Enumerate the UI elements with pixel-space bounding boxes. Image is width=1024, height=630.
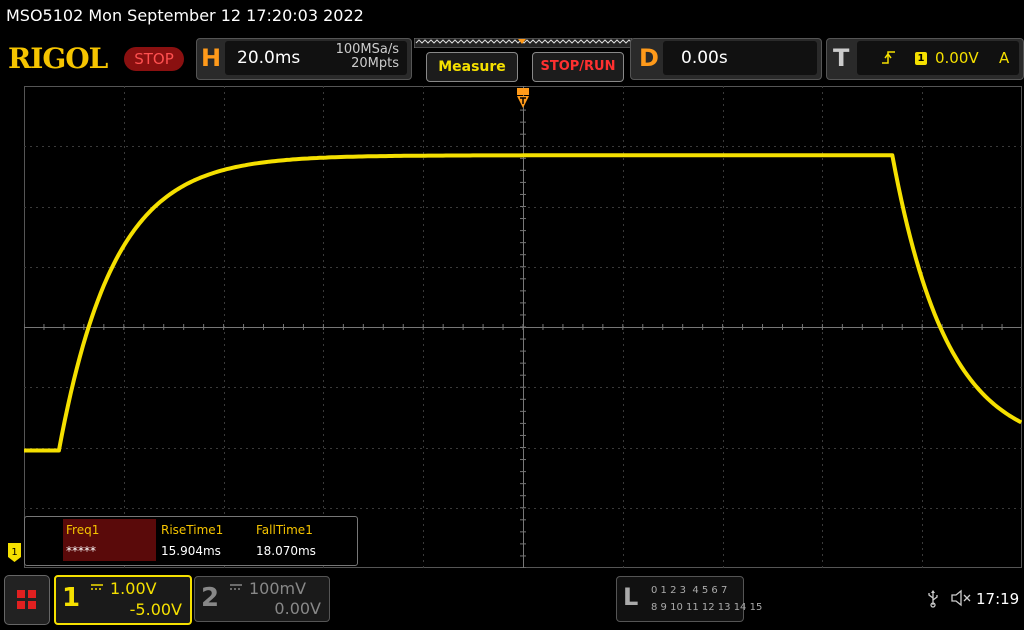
ch1-settings[interactable]: 1 1.00V -5.00V xyxy=(54,575,192,625)
ch1-number: 1 xyxy=(62,583,81,613)
measurement-label-falltime: FallTime1 xyxy=(256,523,313,537)
speaker-muted-icon[interactable] xyxy=(950,588,972,608)
logic-analyzer-settings[interactable]: L 0 1 2 3 4 5 6 7 8 9 10 11 12 13 14 15 xyxy=(616,576,762,622)
ch1-scale: 1.00V xyxy=(110,579,157,598)
trigger-position-marker[interactable] xyxy=(517,88,529,110)
ch1-offset-marker[interactable]: 1 xyxy=(8,543,21,562)
usb-icon xyxy=(928,590,938,608)
system-clock: 17:19 xyxy=(976,590,1020,608)
waveform-display[interactable] xyxy=(24,86,1022,568)
la-letter: L xyxy=(623,583,639,611)
trigger-level-value: 0.00V xyxy=(935,49,979,67)
measurement-label-freq: Freq1 xyxy=(66,523,100,537)
measurement-value-risetime: 15.904ms xyxy=(161,544,221,558)
measurement-panel[interactable]: Freq1 ***** RiseTime1 15.904ms FallTime1… xyxy=(24,516,358,566)
sample-rate-info: 100MSa/s 20Mpts xyxy=(323,43,399,71)
ch2-offset: 0.00V xyxy=(274,599,321,618)
trigger-readout: 1 0.00V A xyxy=(857,41,1019,75)
la-channels-row1: 0 1 2 3 4 5 6 7 xyxy=(651,585,728,596)
timebase-value: 20.0ms xyxy=(237,48,301,68)
measurement-value-freq: ***** xyxy=(66,544,96,558)
main-menu-button[interactable] xyxy=(4,575,50,625)
delay-readout: 0.00s xyxy=(663,41,817,75)
memory-depth-value: 20Mpts xyxy=(351,56,399,71)
horizontal-readout: 20.0ms 100MSa/s 20Mpts xyxy=(225,41,407,75)
la-channels-row2: 8 9 10 11 12 13 14 15 xyxy=(651,602,763,613)
dc-coupling-icon xyxy=(230,584,242,590)
measurement-label-risetime: RiseTime1 xyxy=(161,523,224,537)
dc-coupling-icon xyxy=(91,584,103,590)
trigger-source-badge: 1 xyxy=(915,52,927,65)
graticule xyxy=(24,86,1022,568)
ch2-settings[interactable]: 2 100mV 0.00V xyxy=(194,576,330,622)
horizontal-letter: H xyxy=(201,44,222,72)
measure-button[interactable]: Measure xyxy=(426,52,518,82)
horizontal-panel[interactable]: H 20.0ms 100MSa/s 20Mpts xyxy=(196,38,412,80)
ch2-number: 2 xyxy=(201,583,220,613)
trigger-letter: T xyxy=(833,44,850,72)
stop-run-button[interactable]: STOP/RUN xyxy=(532,52,624,82)
sample-rate-value: 100MSa/s xyxy=(335,42,399,57)
delay-letter: D xyxy=(639,44,659,72)
rigol-logo: RIGOL xyxy=(8,42,108,75)
memory-overview-strip[interactable] xyxy=(414,38,632,48)
run-state-badge[interactable]: STOP xyxy=(124,47,184,71)
rising-edge-icon xyxy=(882,51,895,64)
measurement-value-falltime: 18.070ms xyxy=(256,544,316,558)
delay-panel[interactable]: D 0.00s xyxy=(630,38,822,80)
ch1-offset: -5.00V xyxy=(129,600,182,619)
ch1-marker-label: 1 xyxy=(11,547,17,558)
title-bar: MSO5102 Mon September 12 17:20:03 2022 xyxy=(0,0,1024,32)
ch2-scale: 100mV xyxy=(249,579,307,598)
trigger-sweep-mode: A xyxy=(999,49,1010,67)
delay-value: 0.00s xyxy=(681,48,728,68)
trigger-panel[interactable]: T 1 0.00V A xyxy=(826,38,1024,80)
menu-grid-icon xyxy=(17,590,36,609)
device-status-text: MSO5102 Mon September 12 17:20:03 2022 xyxy=(6,6,364,25)
